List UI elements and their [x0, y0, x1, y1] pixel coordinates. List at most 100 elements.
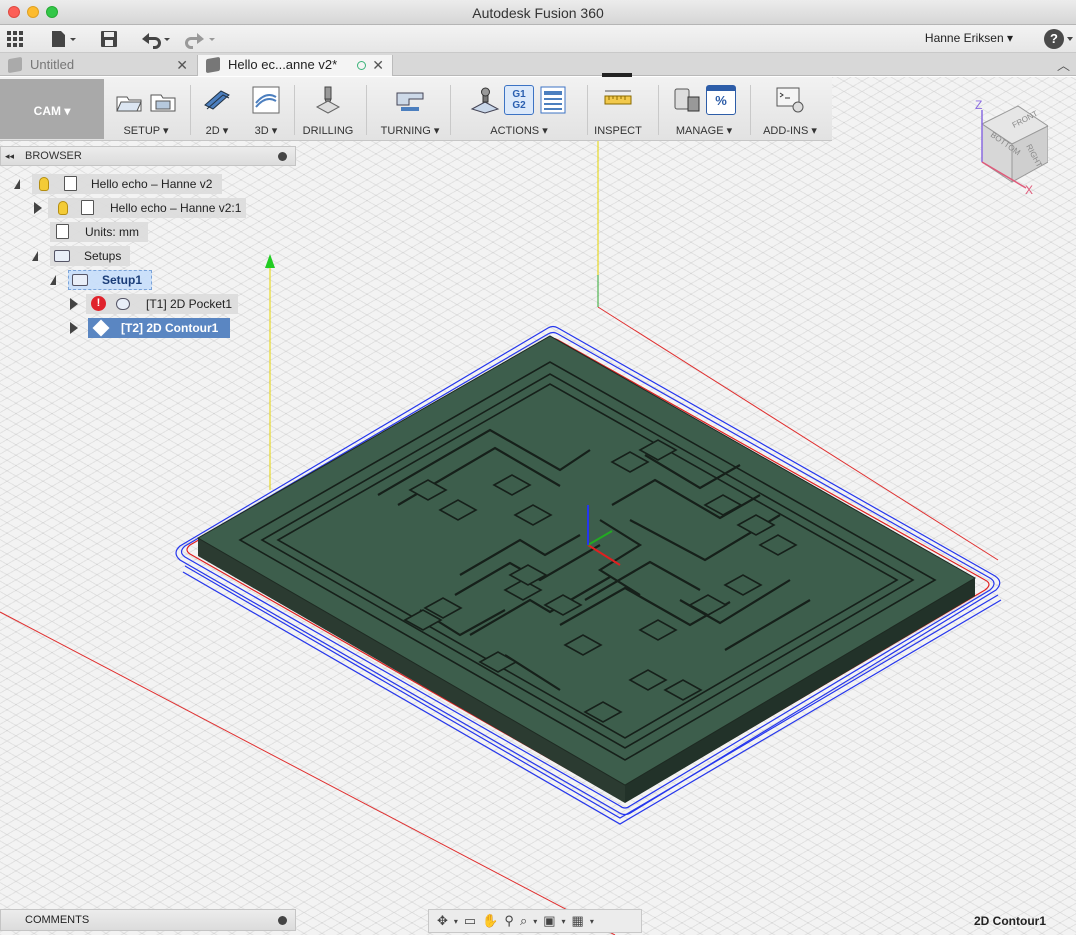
separator: [658, 85, 659, 135]
2d-label: 2D ▾: [205, 125, 229, 137]
chevron-down-icon[interactable]: ▾: [590, 917, 594, 926]
title-bar: Autodesk Fusion 360: [0, 0, 1076, 25]
tree-node-units[interactable]: Units: mm: [50, 222, 150, 242]
drill-icon[interactable]: [313, 85, 343, 115]
ribbon-toolbar: CAM ▾ SETUP ▾ 2D ▾ 3D ▾ DRILLING TURNING…: [0, 73, 832, 141]
active-indicator: [602, 73, 632, 77]
undo-icon[interactable]: [140, 29, 172, 49]
inspect-label: INSPECT: [594, 125, 642, 137]
turning-group[interactable]: TURNING ▾: [374, 77, 446, 141]
look-at-icon[interactable]: ▭: [464, 913, 476, 929]
percent-text: %: [715, 93, 727, 108]
expand-toggle-icon[interactable]: [14, 179, 20, 189]
zoom-icon[interactable]: ⚲: [504, 913, 514, 929]
browser-panel-header[interactable]: ◂◂ BROWSER: [0, 146, 296, 166]
window-title: Autodesk Fusion 360: [472, 5, 604, 21]
actions-label: ACTIONS ▾: [490, 125, 548, 137]
display-settings-icon[interactable]: ▣: [543, 913, 555, 929]
tree-label: Hello echo – Hanne v2: [91, 177, 213, 191]
comments-panel-header[interactable]: COMMENTS: [0, 909, 296, 931]
close-tab-icon[interactable]: ✕: [176, 55, 188, 75]
tab-untitled[interactable]: Untitled ✕: [0, 55, 196, 76]
file-menu-icon[interactable]: [50, 29, 78, 49]
tree-node-2d-contour[interactable]: [T2] 2D Contour1: [68, 318, 233, 338]
panel-toggle-icon[interactable]: [278, 152, 287, 161]
grid-icon[interactable]: [6, 29, 24, 49]
help-dropdown-icon[interactable]: [1067, 37, 1073, 41]
3d-group[interactable]: 3D ▾: [244, 77, 288, 141]
3d-adaptive-icon[interactable]: [251, 85, 281, 115]
tree-label: Setup1: [102, 273, 143, 287]
measure-icon[interactable]: [603, 85, 633, 115]
save-icon[interactable]: [100, 29, 118, 49]
post-library-icon[interactable]: %: [706, 85, 736, 115]
setup-group[interactable]: SETUP ▾: [106, 77, 186, 141]
tree-node-2d-pocket[interactable]: ! [T1] 2D Pocket1: [68, 294, 243, 314]
document-icon: [206, 56, 220, 74]
simulate-icon[interactable]: [470, 85, 500, 115]
add-ins-group[interactable]: ADD-INS ▾: [752, 77, 828, 141]
setup-label: SETUP ▾: [123, 125, 169, 137]
user-menu[interactable]: Hanne Eriksen ▾: [925, 31, 1013, 45]
pocket-operation-icon: [116, 298, 130, 310]
grid-settings-icon[interactable]: ▦: [572, 913, 584, 929]
tab-label: Untitled: [30, 57, 75, 72]
g1-text: G1: [512, 89, 526, 100]
tool-library-icon[interactable]: [672, 85, 702, 115]
chevron-down-icon[interactable]: ▾: [454, 917, 458, 926]
stock-icon[interactable]: [148, 85, 178, 115]
post-process-icon[interactable]: G1 G2: [504, 85, 534, 115]
orbit-icon[interactable]: ✥: [437, 913, 448, 929]
add-ins-label: ADD-INS ▾: [763, 125, 817, 137]
document-tabs: Untitled ✕ Hello ec...anne v2* ✕ ︿: [0, 53, 1076, 76]
collapse-panel-icon[interactable]: ◂◂: [5, 147, 14, 165]
redo-icon[interactable]: [184, 29, 216, 49]
tree-label: Setups: [84, 249, 122, 263]
x-axis-label: X: [1025, 183, 1033, 196]
2d-pocket-icon[interactable]: [202, 85, 232, 115]
workspace-selector[interactable]: CAM ▾: [0, 79, 104, 139]
visibility-bulb-icon[interactable]: [58, 201, 68, 215]
separator: [190, 85, 191, 135]
expand-toggle-icon[interactable]: [70, 298, 78, 310]
scripts-icon[interactable]: [775, 85, 805, 115]
tree-label: [T1] 2D Pocket1: [146, 297, 233, 311]
actions-group[interactable]: G1 G2 ACTIONS ▾: [456, 77, 582, 141]
visibility-bulb-icon[interactable]: [39, 177, 49, 191]
navigation-bar: ✥ ▾ ▭ ✋ ⚲ ⌕ ▾ ▣ ▾ ▦ ▾: [428, 909, 642, 933]
tree-label: Units: mm: [85, 225, 139, 239]
component-icon: [81, 200, 94, 215]
separator: [587, 85, 588, 135]
tab-hello-echo[interactable]: Hello ec...anne v2* ✕: [197, 55, 393, 76]
inspect-group[interactable]: INSPECT: [590, 73, 646, 141]
tree-label: Hello echo – Hanne v2:1: [110, 201, 242, 215]
expand-toggle-icon[interactable]: [70, 322, 78, 334]
chevron-up-icon[interactable]: ︿: [1057, 55, 1070, 74]
manage-group[interactable]: % MANAGE ▾: [662, 77, 746, 141]
view-cube[interactable]: FRONT RIGHT BOTTOM Z X: [968, 96, 1048, 196]
add-comment-icon[interactable]: [278, 916, 287, 925]
tree-node-setups[interactable]: Setups: [32, 246, 132, 266]
tree-node-root[interactable]: Hello echo – Hanne v2: [14, 174, 224, 194]
setup-icon[interactable]: [114, 85, 144, 115]
chevron-down-icon[interactable]: ▾: [533, 917, 537, 926]
tool-arrow-icon: [265, 254, 275, 268]
expand-toggle-icon[interactable]: [50, 275, 56, 285]
tree-node-occurrence[interactable]: Hello echo – Hanne v2:1: [34, 198, 254, 218]
setups-folder-icon: [54, 250, 70, 262]
comments-title: COMMENTS: [25, 914, 90, 926]
drilling-label: DRILLING: [302, 125, 354, 137]
drilling-group[interactable]: DRILLING: [298, 77, 358, 141]
close-tab-icon[interactable]: ✕: [372, 55, 384, 75]
turning-icon[interactable]: [395, 85, 425, 115]
pan-icon[interactable]: ✋: [482, 913, 498, 929]
fit-icon[interactable]: ⌕: [520, 913, 527, 929]
setup-sheet-icon[interactable]: [538, 85, 568, 115]
expand-toggle-icon[interactable]: [32, 251, 38, 261]
separator: [294, 85, 295, 135]
2d-group[interactable]: 2D ▾: [196, 77, 238, 141]
chevron-down-icon[interactable]: ▾: [562, 917, 566, 926]
tree-node-setup1[interactable]: Setup1: [50, 270, 160, 290]
expand-toggle-icon[interactable]: [34, 202, 42, 214]
help-menu[interactable]: ?: [1044, 29, 1064, 49]
